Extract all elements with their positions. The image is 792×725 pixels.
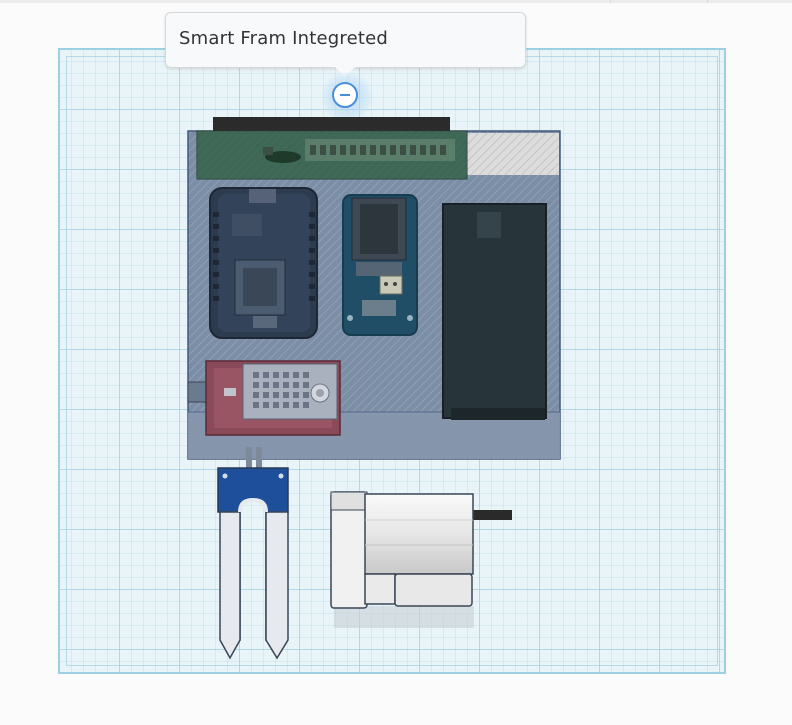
soil-moisture-sensor[interactable]: [217, 447, 289, 660]
dht-temperature-sensor[interactable]: [187, 360, 341, 436]
grove-sensor-module[interactable]: [342, 194, 418, 336]
battery-pack[interactable]: [442, 203, 547, 420]
esp-microcontroller-board[interactable]: [209, 187, 318, 339]
3d-model-viewport[interactable]: [0, 0, 792, 725]
lcd-display-module[interactable]: [196, 117, 468, 180]
water-pump-motor[interactable]: [330, 491, 512, 628]
